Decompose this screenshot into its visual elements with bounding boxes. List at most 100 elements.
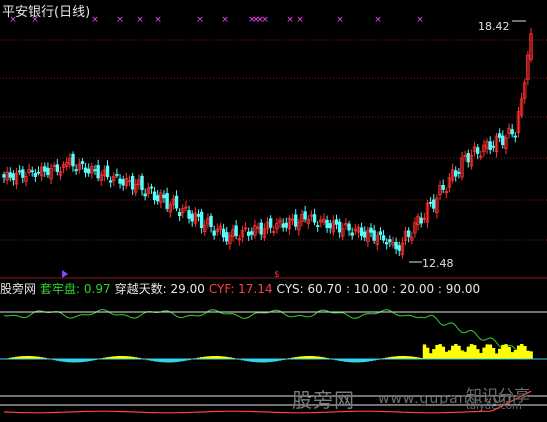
histogram-bar-negative (68, 359, 72, 363)
down-candle (501, 135, 505, 145)
signal-marker: × (336, 15, 344, 25)
down-candle (149, 186, 154, 189)
histogram-bar-positive (529, 351, 533, 360)
down-candle (268, 218, 273, 228)
dollar-marker: $ (274, 270, 280, 280)
cross-days-name: 穿越天数 (114, 282, 163, 296)
down-candle (83, 167, 88, 173)
histogram-bar-positive (460, 350, 464, 360)
down-candle (475, 147, 480, 154)
down-candle (115, 174, 119, 176)
down-candle (2, 174, 6, 178)
down-candle (74, 169, 78, 172)
down-candle (441, 185, 445, 190)
watermark-logo-url: taiyde.com (466, 401, 522, 412)
histogram-bar-negative (256, 359, 260, 363)
down-candle (165, 193, 169, 209)
histogram-bar-positive (422, 344, 427, 360)
histogram-bar-negative (71, 359, 75, 363)
down-candle (140, 175, 144, 191)
down-candle (162, 194, 166, 199)
histogram-bar-positive (482, 347, 486, 360)
signal-marker: × (221, 15, 229, 25)
watermark-text: 股旁网 (292, 388, 355, 412)
down-candle (108, 180, 113, 183)
down-candle (80, 161, 85, 165)
histogram-bar-positive (513, 350, 518, 360)
down-candle (328, 223, 332, 229)
down-candle (33, 172, 38, 177)
cys-name: CYS (276, 282, 300, 296)
chart-title: 平安银行(日线) (2, 5, 91, 20)
down-candle (428, 201, 433, 204)
histogram-bar-positive (463, 351, 467, 360)
histogram-bar-positive (485, 344, 489, 360)
chart-canvas: × × × × × × × × ×××× × × × × × 18.4212.48 $ (0, 15, 547, 414)
down-candle (118, 178, 122, 184)
down-candle (105, 165, 110, 178)
down-candle (294, 214, 298, 227)
signal-marker: × (136, 15, 144, 25)
histogram-bar-positive (438, 344, 442, 360)
reference-levels: : 10.00 : 20.00 : 90.00 (345, 282, 481, 296)
histogram-bar-negative (168, 359, 173, 363)
down-candle (397, 245, 401, 251)
indicator-source-label: 股旁网 (0, 282, 37, 296)
histogram-bar-positive (526, 350, 530, 360)
down-candle (130, 175, 135, 190)
down-candle (284, 222, 289, 228)
down-candle (121, 179, 125, 186)
down-candle (388, 239, 392, 242)
histogram-bar-negative (350, 359, 355, 363)
histogram-bar-positive (432, 349, 436, 360)
cyf-value: : 17.14 (230, 282, 273, 296)
down-candle (491, 145, 496, 148)
down-candle (334, 219, 339, 225)
down-candle (36, 171, 41, 174)
down-candle (419, 217, 423, 224)
down-candle (93, 169, 97, 172)
histogram-bar-positive (435, 345, 439, 360)
down-candle (497, 133, 502, 138)
down-candle (312, 214, 317, 223)
cross-days-value: : 29.00 (162, 282, 205, 296)
histogram-bar-positive (441, 346, 446, 360)
down-candle (488, 141, 492, 151)
histogram-bar-positive (520, 344, 524, 360)
down-candle (55, 164, 60, 172)
down-candle (187, 210, 191, 219)
down-candle (156, 195, 160, 202)
histogram-bar-negative (353, 359, 358, 363)
histogram-bar-positive (523, 345, 527, 360)
down-candle (381, 235, 386, 241)
down-candle (457, 171, 461, 174)
histogram-bar-negative (77, 359, 82, 363)
histogram-bar-positive (466, 346, 471, 360)
histogram-bar-positive (469, 344, 474, 360)
down-candle (337, 221, 342, 233)
signal-marker: × (91, 15, 99, 25)
down-candle (347, 223, 351, 231)
down-candle (363, 231, 367, 238)
down-candle (372, 230, 376, 241)
signal-marker: × (416, 15, 424, 25)
down-candle (369, 227, 373, 233)
down-candle (281, 223, 285, 228)
down-candle (209, 215, 213, 228)
signal-marker: × (374, 15, 382, 25)
max-price-label: 18.42 (478, 20, 510, 33)
histogram-bar-positive (476, 349, 480, 360)
down-candle (174, 195, 179, 209)
signal-marker: × (286, 15, 294, 25)
histogram-bar-positive (425, 347, 430, 360)
down-candle (225, 232, 229, 242)
histogram-bar-positive (504, 344, 508, 360)
signal-marker: × (196, 15, 204, 25)
down-candle (30, 170, 34, 173)
histogram-bar-positive (451, 345, 455, 360)
histogram-bar-positive (491, 347, 496, 360)
gauge-value: : 0.97 (76, 282, 111, 296)
indicator-legend: 股旁网 套牢盘: 0.97 穿越天数: 29.00 CYF: 17.14 CYS: 60… (0, 280, 484, 296)
histogram-bar-negative (162, 359, 166, 363)
down-candle (303, 211, 307, 220)
